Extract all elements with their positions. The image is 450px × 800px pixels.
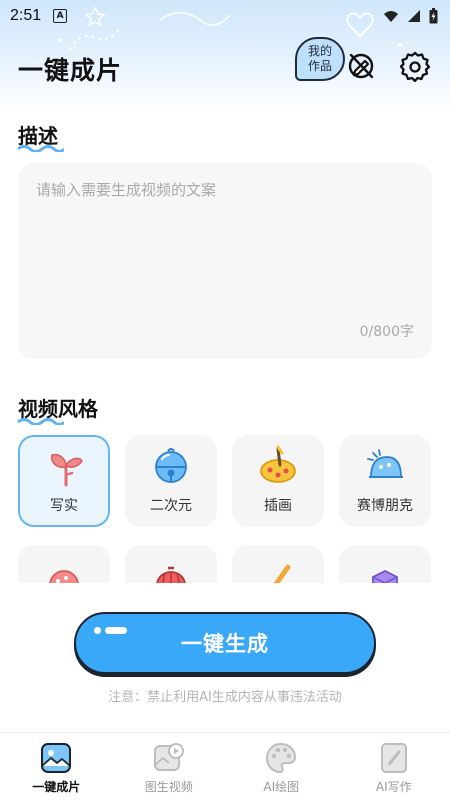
tab-label: 一键成片 <box>32 780 81 794</box>
style-card-8[interactable] <box>339 545 431 583</box>
description-input[interactable] <box>18 163 432 323</box>
page-title: 一键成片 <box>18 56 123 85</box>
tab-ai-writing[interactable]: AI写作 <box>338 733 450 800</box>
status-icons <box>383 8 438 24</box>
my-works-label-line1: 我的 <box>307 44 332 58</box>
tab-label: AI绘图 <box>263 780 300 794</box>
gear-icon <box>399 51 431 82</box>
style-card-7[interactable] <box>232 545 324 583</box>
status-time: 2:51 <box>10 7 42 24</box>
description-box: 0/800字 <box>18 163 432 359</box>
style-label: 赛博朋克 <box>357 498 413 514</box>
settings-button[interactable] <box>397 48 433 84</box>
char-count: 0/800字 <box>359 324 414 340</box>
cookie-icon <box>49 570 79 583</box>
battery-icon <box>429 8 438 24</box>
style-label: 插画 <box>264 498 292 514</box>
brush-icon <box>273 564 291 583</box>
tab-label: AI写作 <box>375 780 412 794</box>
title-underline-wave <box>17 145 64 152</box>
style-card-realistic[interactable]: 写实 <box>18 435 110 527</box>
palette-icon <box>260 445 296 483</box>
tab-label: 图生视频 <box>144 780 193 794</box>
tab-one-click-video[interactable]: 一键成片 <box>0 733 113 800</box>
signal-icon <box>408 10 420 22</box>
bell-icon <box>155 448 187 483</box>
style-card-6[interactable] <box>125 545 217 583</box>
video-style-grid: 写实 二次元 插画 赛博朋克 <box>18 435 432 583</box>
generate-button[interactable]: 一键生成 <box>74 612 376 674</box>
write-icon <box>380 743 407 773</box>
my-works-button[interactable]: 我的 作品 <box>295 37 345 81</box>
status-bar: 2:51 A <box>0 0 450 32</box>
legal-notice: 注意：禁止利用AI生成内容从事违法活动 <box>108 690 342 705</box>
tab-ai-drawing[interactable]: AI绘图 <box>225 733 338 800</box>
lantern-icon <box>156 566 186 583</box>
style-label: 写实 <box>50 498 78 514</box>
style-label: 二次元 <box>150 498 192 514</box>
button-shine-decoration <box>94 627 127 634</box>
notification-a-icon: A <box>53 9 68 23</box>
cyber-dome-icon <box>367 449 403 478</box>
my-works-label-line2: 作品 <box>307 59 332 73</box>
cube-icon <box>372 569 398 583</box>
style-card-anime[interactable]: 二次元 <box>125 435 217 527</box>
pencil-off-icon <box>348 53 374 79</box>
tab-image-to-video[interactable]: 图生视频 <box>113 733 226 800</box>
bottom-tab-bar: 一键成片 图生视频 AI绘图 AI写作 <box>0 732 450 800</box>
style-card-5[interactable] <box>18 545 110 583</box>
paint-palette-icon <box>266 742 297 774</box>
header: 一键成片 我的 作品 <box>0 36 450 96</box>
image-video-icon <box>153 743 184 771</box>
title-underline-wave <box>17 418 64 425</box>
generate-button-label: 一键生成 <box>181 632 269 656</box>
style-card-cyberpunk[interactable]: 赛博朋克 <box>339 435 431 527</box>
sprout-icon <box>50 453 83 487</box>
photo-icon <box>41 743 72 773</box>
style-card-illustration[interactable]: 插画 <box>232 435 324 527</box>
wifi-icon <box>384 11 398 22</box>
edit-off-button[interactable] <box>344 48 378 82</box>
